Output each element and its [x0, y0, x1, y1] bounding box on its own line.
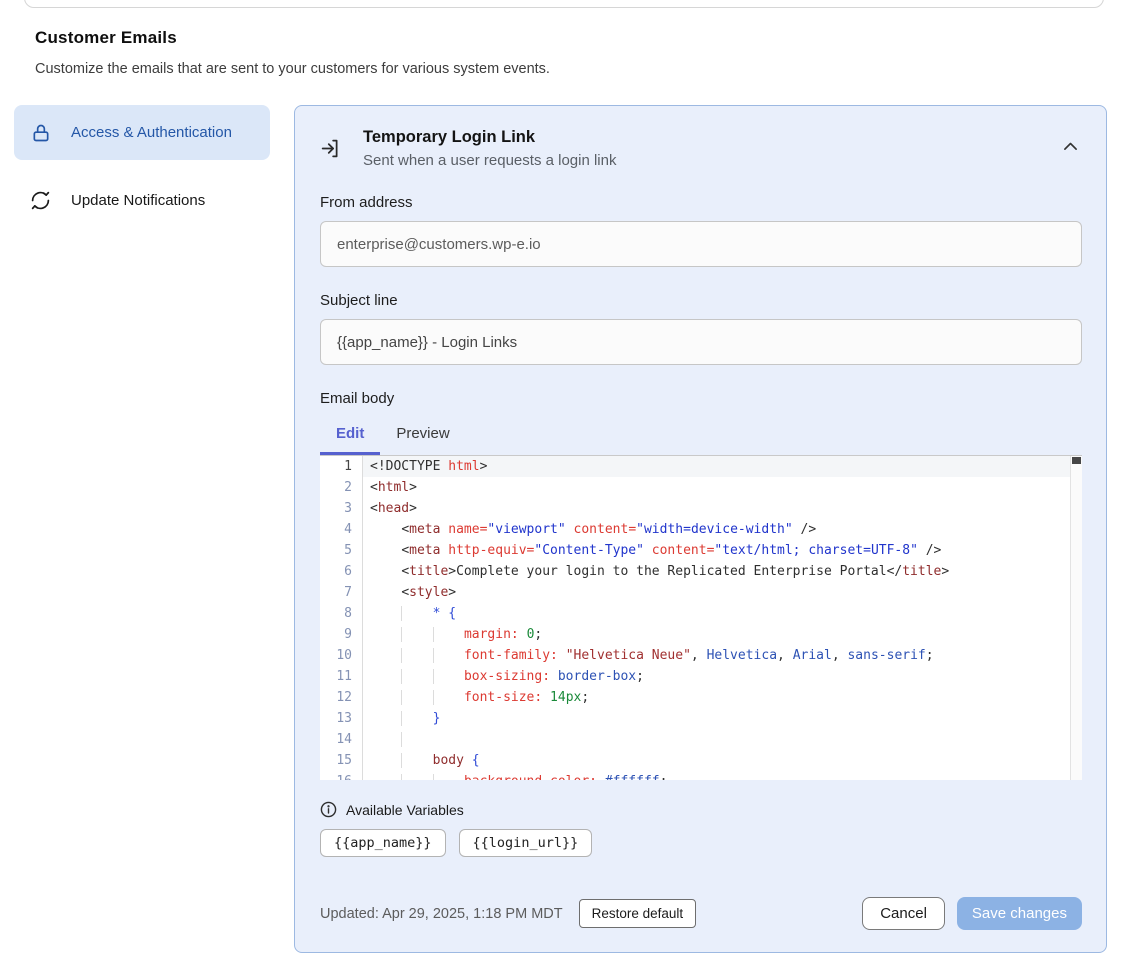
code-line-content: } — [363, 708, 1082, 729]
panel-subtitle: Sent when a user requests a login link — [363, 152, 616, 169]
code-line[interactable]: 10 font-family: "Helvetica Neue", Helvet… — [320, 645, 1082, 666]
code-line[interactable]: 13 } — [320, 708, 1082, 729]
line-number: 1 — [320, 456, 363, 477]
panel-footer: Updated: Apr 29, 2025, 1:18 PM MDT Resto… — [320, 897, 1082, 930]
lock-icon — [30, 122, 51, 143]
editor-scrollbar-thumb[interactable] — [1072, 457, 1081, 464]
sidebar-item-update-notifications[interactable]: Update Notifications — [14, 177, 270, 224]
code-line[interactable]: 4 <meta name="viewport" content="width=d… — [320, 519, 1082, 540]
line-number: 4 — [320, 519, 363, 540]
tab-preview[interactable]: Preview — [380, 415, 465, 455]
available-variables-row: Available Variables — [320, 801, 1082, 818]
code-line-content: margin: 0; — [363, 624, 1082, 645]
collapse-button[interactable] — [1059, 137, 1082, 155]
line-number: 6 — [320, 561, 363, 582]
available-variables-label: Available Variables — [346, 802, 464, 818]
info-icon[interactable] — [320, 801, 337, 818]
code-line-content: <title>Complete your login to the Replic… — [363, 561, 1082, 582]
code-line[interactable]: 12 font-size: 14px; — [320, 687, 1082, 708]
subject-line-input[interactable] — [320, 319, 1082, 365]
line-number: 12 — [320, 687, 363, 708]
code-line-content: * { — [363, 603, 1082, 624]
code-line-content: <meta name="viewport" content="width=dev… — [363, 519, 1082, 540]
code-line-content: font-size: 14px; — [363, 687, 1082, 708]
updated-timestamp: Updated: Apr 29, 2025, 1:18 PM MDT — [320, 906, 563, 922]
code-line-content: font-family: "Helvetica Neue", Helvetica… — [363, 645, 1082, 666]
editor-scrollbar[interactable] — [1070, 456, 1082, 780]
code-line[interactable]: 9 margin: 0; — [320, 624, 1082, 645]
code-line[interactable]: 6 <title>Complete your login to the Repl… — [320, 561, 1082, 582]
sidebar-item-access-authentication[interactable]: Access & Authentication — [14, 105, 270, 160]
code-line-content: <head> — [363, 498, 1082, 519]
code-line[interactable]: 14 — [320, 729, 1082, 750]
subject-line-label: Subject line — [320, 292, 1082, 309]
code-editor-lines: 1<!DOCTYPE html>2<html>3<head>4 <meta na… — [320, 456, 1082, 780]
line-number: 11 — [320, 666, 363, 687]
page-subtitle: Customize the emails that are sent to yo… — [35, 61, 1128, 77]
code-line[interactable]: 16 background-color: #ffffff; — [320, 771, 1082, 780]
code-line[interactable]: 11 box-sizing: border-box; — [320, 666, 1082, 687]
line-number: 5 — [320, 540, 363, 561]
panel-title: Temporary Login Link — [363, 128, 616, 147]
previous-card-bottom-edge — [24, 0, 1104, 8]
code-line-content: body { — [363, 750, 1082, 771]
code-line-content: <html> — [363, 477, 1082, 498]
variable-chip-login-url[interactable]: {{login_url}} — [459, 829, 593, 857]
email-body-label: Email body — [320, 390, 1082, 407]
save-changes-button[interactable]: Save changes — [957, 897, 1082, 930]
code-line-content: <!DOCTYPE html> — [363, 456, 1082, 477]
line-number: 16 — [320, 771, 363, 780]
sidebar: Access & Authentication Update Notificat… — [14, 105, 270, 225]
page-title: Customer Emails — [35, 28, 1128, 48]
line-number: 14 — [320, 729, 363, 750]
code-line[interactable]: 15 body { — [320, 750, 1082, 771]
email-settings-card: Temporary Login Link Sent when a user re… — [294, 105, 1107, 953]
code-line-content: background-color: #ffffff; — [363, 771, 1082, 780]
line-number: 10 — [320, 645, 363, 666]
variable-chip-app-name[interactable]: {{app_name}} — [320, 829, 446, 857]
restore-default-button[interactable]: Restore default — [579, 899, 697, 928]
refresh-icon — [30, 190, 51, 211]
code-line[interactable]: 7 <style> — [320, 582, 1082, 603]
tab-edit[interactable]: Edit — [320, 415, 380, 455]
panel-header: Temporary Login Link Sent when a user re… — [320, 128, 1082, 169]
chevron-up-icon — [1063, 141, 1078, 151]
line-number: 8 — [320, 603, 363, 624]
line-number: 9 — [320, 624, 363, 645]
sidebar-item-label: Access & Authentication — [71, 121, 232, 144]
line-number: 2 — [320, 477, 363, 498]
code-line[interactable]: 1<!DOCTYPE html> — [320, 456, 1082, 477]
line-number: 13 — [320, 708, 363, 729]
code-line-content: box-sizing: border-box; — [363, 666, 1082, 687]
login-icon — [320, 138, 341, 159]
sidebar-item-label: Update Notifications — [71, 189, 205, 212]
main-layout: Access & Authentication Update Notificat… — [0, 105, 1128, 953]
line-number: 15 — [320, 750, 363, 771]
code-editor[interactable]: 1<!DOCTYPE html>2<html>3<head>4 <meta na… — [320, 455, 1082, 780]
from-address-label: From address — [320, 194, 1082, 211]
from-address-input[interactable] — [320, 221, 1082, 267]
code-line[interactable]: 3<head> — [320, 498, 1082, 519]
code-line-content — [363, 729, 1082, 750]
code-line-content: <style> — [363, 582, 1082, 603]
code-line[interactable]: 2<html> — [320, 477, 1082, 498]
email-body-tabs: Edit Preview — [320, 415, 1082, 455]
code-line[interactable]: 5 <meta http-equiv="Content-Type" conten… — [320, 540, 1082, 561]
panel-title-block: Temporary Login Link Sent when a user re… — [363, 128, 616, 169]
code-line[interactable]: 8 * { — [320, 603, 1082, 624]
variable-chips: {{app_name}} {{login_url}} — [320, 829, 1082, 857]
code-line-content: <meta http-equiv="Content-Type" content=… — [363, 540, 1082, 561]
cancel-button[interactable]: Cancel — [862, 897, 945, 930]
line-number: 3 — [320, 498, 363, 519]
line-number: 7 — [320, 582, 363, 603]
